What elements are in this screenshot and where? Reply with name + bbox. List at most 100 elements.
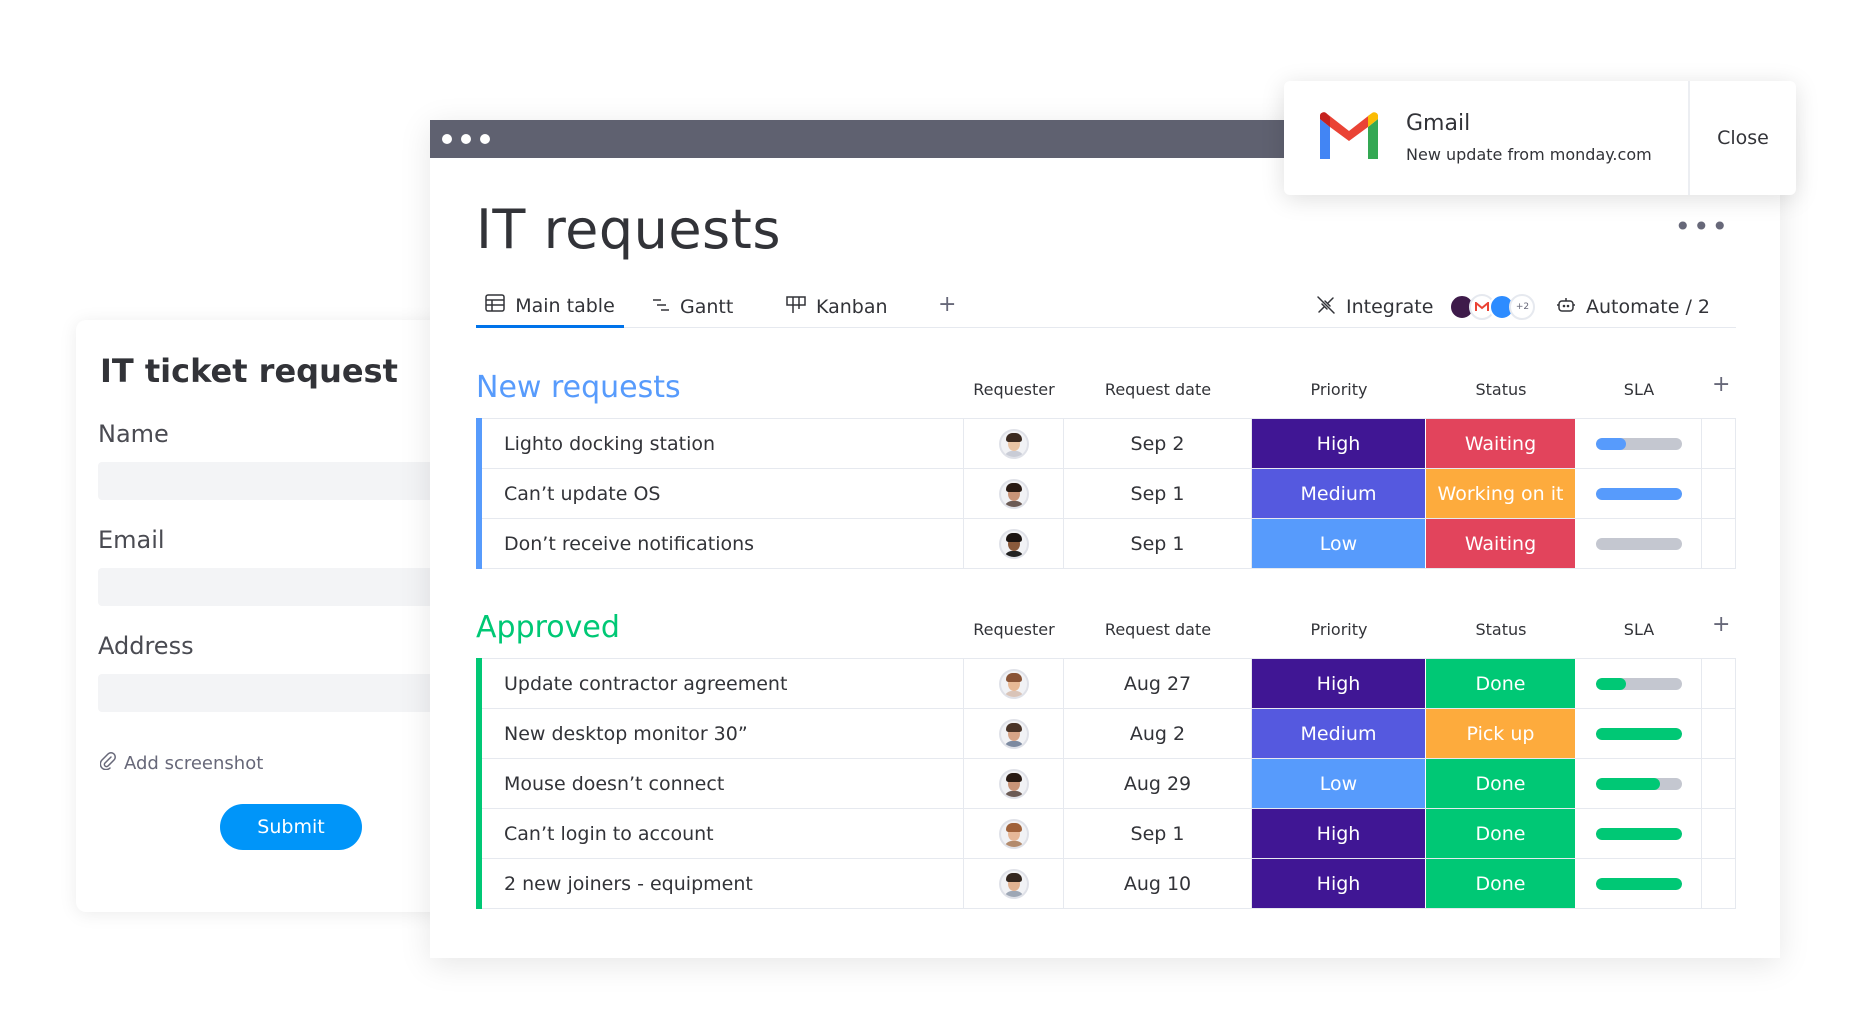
status-cell[interactable]: Done <box>1426 759 1576 808</box>
requester-cell[interactable] <box>964 519 1064 568</box>
table-row[interactable]: Mouse doesn’t connect Aug 29 Low Done <box>476 758 1736 809</box>
table-row[interactable]: Lighto docking station Sep 2 High Waiting <box>476 418 1736 469</box>
requester-cell[interactable] <box>964 859 1064 908</box>
tab-gantt[interactable]: Gantt <box>652 286 733 328</box>
table-row[interactable]: Update contractor agreement Aug 27 High Don… <box>476 658 1736 709</box>
item-name-cell[interactable]: New desktop monitor 30” <box>476 709 964 758</box>
group-rows: Update contractor agreement Aug 27 High Don… <box>476 658 1736 909</box>
tab-main-table[interactable]: Main table <box>476 286 624 328</box>
request-date-cell[interactable]: Sep 1 <box>1064 519 1252 568</box>
avatar[interactable] <box>998 768 1029 799</box>
group-title[interactable]: Approved <box>476 610 620 645</box>
requester-cell[interactable] <box>964 809 1064 858</box>
priority-cell[interactable]: High <box>1252 419 1426 468</box>
sla-progress-fill <box>1595 727 1682 740</box>
sla-cell[interactable] <box>1576 859 1702 908</box>
priority-cell[interactable]: Medium <box>1252 469 1426 518</box>
column-header-requester[interactable]: Requester <box>964 380 1064 399</box>
requester-cell[interactable] <box>964 659 1064 708</box>
table-row[interactable]: 2 new joiners - equipment Aug 10 High Done <box>476 858 1736 909</box>
column-header-requester[interactable]: Requester <box>964 620 1064 639</box>
requester-cell[interactable] <box>964 419 1064 468</box>
column-header-sla[interactable]: SLA <box>1576 380 1702 399</box>
column-header-status[interactable]: Status <box>1426 620 1576 639</box>
priority-cell[interactable]: High <box>1252 659 1426 708</box>
avatar[interactable] <box>998 478 1029 509</box>
priority-cell[interactable]: High <box>1252 859 1426 908</box>
request-date-cell[interactable]: Aug 2 <box>1064 709 1252 758</box>
sla-cell[interactable] <box>1576 759 1702 808</box>
request-date-cell[interactable]: Sep 2 <box>1064 419 1252 468</box>
column-header-status[interactable]: Status <box>1426 380 1576 399</box>
status-cell[interactable]: Waiting <box>1426 419 1576 468</box>
column-header-priority[interactable]: Priority <box>1252 620 1426 639</box>
item-name-cell[interactable]: Lighto docking station <box>476 419 964 468</box>
group-title[interactable]: New requests <box>476 370 681 405</box>
table-row[interactable]: Can’t update OS Sep 1 Medium Working on it <box>476 468 1736 519</box>
add-column-button[interactable]: + <box>1712 612 1730 637</box>
status-cell[interactable]: Working on it <box>1426 469 1576 518</box>
item-name-cell[interactable]: Update contractor agreement <box>476 659 964 708</box>
request-date-cell[interactable]: Aug 10 <box>1064 859 1252 908</box>
status-cell[interactable]: Done <box>1426 809 1576 858</box>
close-button[interactable]: Close <box>1690 81 1796 195</box>
requester-cell[interactable] <box>964 709 1064 758</box>
requester-cell[interactable] <box>964 469 1064 518</box>
request-date-cell[interactable]: Sep 1 <box>1064 469 1252 518</box>
add-screenshot-link[interactable]: Add screenshot <box>99 752 263 775</box>
avatar[interactable] <box>998 868 1029 899</box>
sla-progress-bar <box>1595 437 1682 450</box>
avatar[interactable] <box>998 428 1029 459</box>
window-dot <box>461 134 471 144</box>
sla-cell[interactable] <box>1576 419 1702 468</box>
automate-button[interactable]: Automate / 2 <box>1556 286 1710 328</box>
avatar[interactable] <box>998 668 1029 699</box>
request-date-cell[interactable]: Aug 29 <box>1064 759 1252 808</box>
add-column-button[interactable]: + <box>1712 372 1730 397</box>
integration-icons: +2 <box>1449 294 1536 320</box>
sla-cell[interactable] <box>1576 469 1702 518</box>
item-name-cell[interactable]: Don’t receive notifications <box>476 519 964 568</box>
status-cell[interactable]: Waiting <box>1426 519 1576 568</box>
avatar[interactable] <box>998 718 1029 749</box>
avatar[interactable] <box>998 528 1029 559</box>
empty-cell <box>1702 659 1736 708</box>
add-view-button[interactable]: + <box>938 292 956 317</box>
priority-cell[interactable]: High <box>1252 809 1426 858</box>
more-options-icon[interactable]: ••• <box>1674 210 1730 243</box>
request-date-cell[interactable]: Sep 1 <box>1064 809 1252 858</box>
column-header-priority[interactable]: Priority <box>1252 380 1426 399</box>
tab-kanban[interactable]: Kanban <box>786 286 888 328</box>
item-name-cell[interactable]: Can’t update OS <box>476 469 964 518</box>
table-row[interactable]: New desktop monitor 30” Aug 2 Medium Pick u… <box>476 708 1736 759</box>
form-title: IT ticket request <box>100 352 398 390</box>
request-date-cell[interactable]: Aug 27 <box>1064 659 1252 708</box>
sla-cell[interactable] <box>1576 709 1702 758</box>
name-field[interactable] <box>98 462 458 500</box>
priority-cell[interactable]: Low <box>1252 759 1426 808</box>
avatar[interactable] <box>998 818 1029 849</box>
status-cell[interactable]: Done <box>1426 859 1576 908</box>
item-name-cell[interactable]: Can’t login to account <box>476 809 964 858</box>
email-field[interactable] <box>98 568 458 606</box>
address-field[interactable] <box>98 674 458 712</box>
priority-cell[interactable]: Medium <box>1252 709 1426 758</box>
sla-cell[interactable] <box>1576 809 1702 858</box>
sla-cell[interactable] <box>1576 519 1702 568</box>
name-label: Name <box>98 420 169 448</box>
status-cell[interactable]: Done <box>1426 659 1576 708</box>
sla-progress-bar <box>1595 727 1682 740</box>
requester-cell[interactable] <box>964 759 1064 808</box>
column-header-sla[interactable]: SLA <box>1576 620 1702 639</box>
table-row[interactable]: Don’t receive notifications Sep 1 Low Waiti… <box>476 518 1736 569</box>
priority-cell[interactable]: Low <box>1252 519 1426 568</box>
item-name-cell[interactable]: 2 new joiners - equipment <box>476 859 964 908</box>
integrate-button[interactable]: Integrate +2 <box>1316 286 1536 328</box>
status-cell[interactable]: Pick up <box>1426 709 1576 758</box>
item-name-cell[interactable]: Mouse doesn’t connect <box>476 759 964 808</box>
sla-cell[interactable] <box>1576 659 1702 708</box>
submit-button[interactable]: Submit <box>220 804 362 850</box>
column-header-date[interactable]: Request date <box>1064 620 1252 639</box>
table-row[interactable]: Can’t login to account Sep 1 High Done <box>476 808 1736 859</box>
column-header-date[interactable]: Request date <box>1064 380 1252 399</box>
